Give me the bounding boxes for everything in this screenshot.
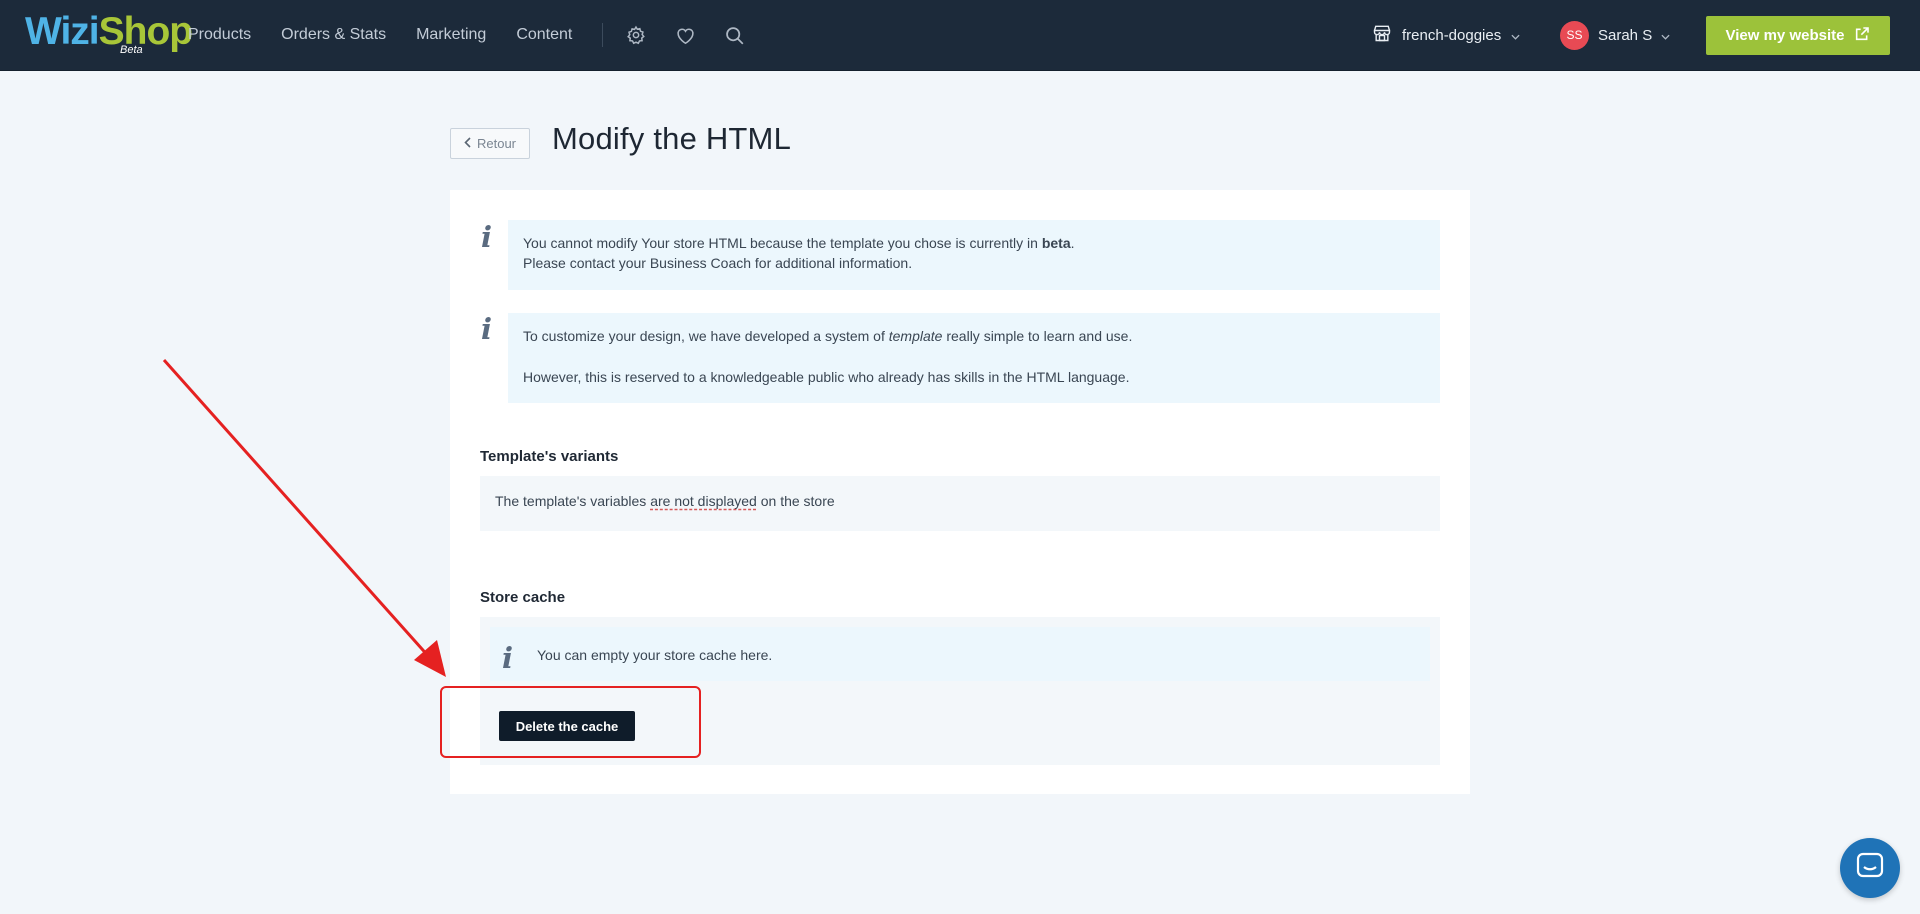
chevron-down-icon xyxy=(1661,27,1670,44)
template-notice-line2: However, this is reserved to a knowledge… xyxy=(523,369,1130,385)
template-notice-line1: To customize your design, we have develo… xyxy=(523,328,1133,344)
chat-icon xyxy=(1855,852,1885,885)
search-icon[interactable] xyxy=(723,24,745,46)
cache-info-notice: i You can empty your store cache here. xyxy=(490,627,1430,681)
info-icon: i xyxy=(481,312,493,346)
external-link-icon xyxy=(1854,26,1870,46)
template-variants-box: The template's variables are not display… xyxy=(480,476,1440,531)
beta-notice: You cannot modify Your store HTML becaus… xyxy=(508,220,1440,290)
nav-products[interactable]: Products xyxy=(188,26,251,44)
wizishop-logo[interactable]: WiziShop Beta xyxy=(25,8,193,60)
logo-beta-tag: Beta xyxy=(118,44,145,56)
logo-text-wizi: Wizi xyxy=(25,10,100,53)
store-cache-title: Store cache xyxy=(480,589,566,606)
nav-orders-stats[interactable]: Orders & Stats xyxy=(281,26,386,44)
top-navigation-bar: WiziShop Beta Products Orders & Stats Ma… xyxy=(0,0,1920,71)
view-my-website-button[interactable]: View my website xyxy=(1706,16,1890,55)
nav-marketing[interactable]: Marketing xyxy=(416,26,486,44)
beta-keyword: beta xyxy=(1041,235,1071,251)
gear-icon[interactable] xyxy=(625,24,647,46)
heart-icon[interactable] xyxy=(674,24,696,46)
back-button[interactable]: Retour xyxy=(450,128,530,159)
chat-launcher-button[interactable] xyxy=(1840,838,1900,898)
avatar: SS xyxy=(1560,20,1589,50)
info-icon: i xyxy=(502,641,514,675)
chevron-left-icon xyxy=(464,136,471,151)
view-my-website-label: View my website xyxy=(1725,27,1845,44)
store-name: french-doggies xyxy=(1402,26,1502,44)
user-menu[interactable]: SS Sarah S xyxy=(1560,0,1670,70)
not-displayed-text: are not displayed xyxy=(650,493,757,509)
beta-notice-line1: You cannot modify Your store HTML becaus… xyxy=(523,235,1075,251)
info-icon: i xyxy=(481,220,493,254)
store-selector[interactable]: french-doggies xyxy=(1372,0,1520,70)
beta-notice-line2: Please contact your Business Coach for a… xyxy=(523,255,913,271)
chevron-down-icon xyxy=(1511,27,1520,44)
main-nav: Products Orders & Stats Marketing Conten… xyxy=(188,0,772,70)
template-variants-title: Template's variants xyxy=(480,448,619,465)
store-icon xyxy=(1372,23,1392,47)
page-title: Modify the HTML xyxy=(552,121,792,156)
template-notice: To customize your design, we have develo… xyxy=(508,313,1440,403)
annotation-highlight-box xyxy=(440,686,701,758)
back-button-label: Retour xyxy=(476,136,517,151)
nav-content[interactable]: Content xyxy=(516,26,572,44)
cache-info-text: You can empty your store cache here. xyxy=(537,647,773,663)
user-name: Sarah S xyxy=(1598,26,1653,44)
nav-divider xyxy=(602,23,604,47)
logo-text-shop: Shop xyxy=(98,10,193,53)
